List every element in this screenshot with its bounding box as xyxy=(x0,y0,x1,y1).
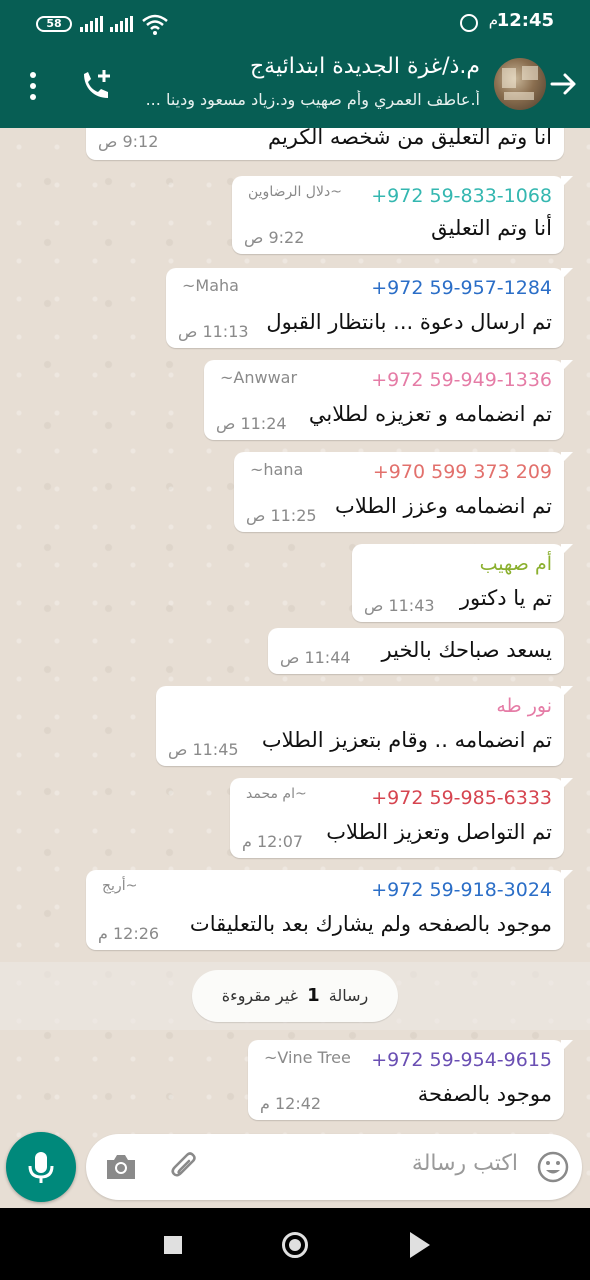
message-bubble[interactable]: نور طه تم انضمامه .. وقام بتعزيز الطلاب … xyxy=(156,686,573,766)
message-bubble[interactable]: +972 59-949-1336 ~Anwwar تم انضمامه و تع… xyxy=(204,360,573,440)
unread-prefix: رسالة xyxy=(328,986,369,1005)
message-pushname: ~Vine Tree xyxy=(264,1048,351,1067)
message-sender[interactable]: +970 599 373 209 xyxy=(373,461,552,483)
microphone-icon xyxy=(28,1152,54,1183)
message-time: 12:42 م xyxy=(260,1094,322,1113)
message-time: 11:13 ص xyxy=(178,322,249,341)
message-bubble[interactable]: أنا وتم التعليق من شخصه الكريم 9:12 ص xyxy=(86,128,564,160)
message-sender[interactable]: +972 59-949-1336 xyxy=(371,369,552,391)
arrow-right-icon[interactable] xyxy=(548,68,580,100)
alarm-icon xyxy=(460,14,478,32)
message-text: تم التواصل وتعزيز الطلاب xyxy=(326,820,552,844)
message-time: 11:24 ص xyxy=(216,414,287,433)
unread-suffix: غير مقروءة xyxy=(221,986,299,1005)
message-time: 11:44 ص xyxy=(280,648,351,667)
emoji-icon[interactable] xyxy=(536,1150,570,1184)
message-text: تم انضمامه .. وقام بتعزيز الطلاب xyxy=(261,728,552,752)
chat-title[interactable]: م.ذ/غزة الجديدة ابتدائيةج xyxy=(120,54,480,79)
message-bubble[interactable]: أم صهيب تم يا دكتور 11:43 ص xyxy=(352,544,573,622)
message-text: تم انضمامه و تعزيزه لطلابي xyxy=(308,402,552,426)
message-text: تم انضمامه وعزز الطلاب xyxy=(335,494,552,518)
message-text: تم ارسال دعوة ... بانتظار القبول xyxy=(266,310,552,334)
message-pushname: ~Anwwar xyxy=(220,368,298,387)
chat-participants[interactable]: أ.عاطف العمري وأم صهيب ود.زياد مسعود ودي… xyxy=(110,90,480,109)
message-sender[interactable]: +972 59-918-3024 xyxy=(371,879,552,901)
message-sender[interactable]: أم صهيب xyxy=(480,553,552,575)
message-sender[interactable]: +972 59-833-1068 xyxy=(371,185,552,207)
chat-header: م.ذ/غزة الجديدة ابتدائيةج أ.عاطف العمري … xyxy=(0,44,590,128)
message-sender[interactable]: +972 59-985-6333 xyxy=(371,787,552,809)
message-text: يسعد صباحك بالخير xyxy=(381,638,552,662)
message-bubble[interactable]: يسعد صباحك بالخير 11:44 ص xyxy=(268,628,564,674)
camera-icon[interactable] xyxy=(104,1151,138,1183)
message-time: 11:43 ص xyxy=(364,596,435,615)
message-pushname: ~ام محمد xyxy=(246,786,307,802)
paperclip-icon[interactable] xyxy=(168,1150,202,1184)
microphone-button[interactable] xyxy=(6,1132,76,1202)
message-text: أنا وتم التعليق من شخصه الكريم xyxy=(267,128,552,149)
battery-icon: 58 xyxy=(36,16,72,32)
message-time: 11:25 ص xyxy=(246,506,317,525)
message-bubble[interactable]: +972 59-833-1068 ~دلال الرضاوين أنا وتم … xyxy=(232,176,573,254)
message-pushname: ~دلال الرضاوين xyxy=(248,184,342,200)
unread-messages-badge: رسالة 1 غير مقروءة xyxy=(192,970,398,1022)
wifi-icon xyxy=(142,14,168,35)
message-text: تم يا دكتور xyxy=(459,586,552,610)
message-bubble[interactable]: +972 59-985-6333 ~ام محمد تم التواصل وتع… xyxy=(230,778,573,858)
message-pushname: ~أريج xyxy=(102,878,138,894)
message-time: 9:22 ص xyxy=(244,228,305,247)
message-time: 12:07 م xyxy=(242,832,304,851)
message-sender[interactable]: نور طه xyxy=(496,695,552,717)
message-bubble[interactable]: +970 599 373 209 ~hana تم انضمامه وعزز ا… xyxy=(234,452,573,532)
message-pushname: ~Maha xyxy=(182,276,239,295)
unread-count: 1 xyxy=(307,985,320,1006)
message-list[interactable]: أنا وتم التعليق من شخصه الكريم 9:12 ص +9… xyxy=(0,128,590,1208)
message-text: أنا وتم التعليق xyxy=(431,216,552,240)
signal-icon xyxy=(110,16,133,32)
message-composer[interactable]: اكتب رسالة xyxy=(86,1134,582,1200)
message-text: موجود بالصفحه ولم يشارك بعد بالتعليقات xyxy=(189,912,552,936)
group-avatar[interactable] xyxy=(494,58,546,110)
back-button[interactable] xyxy=(410,1232,430,1258)
message-time: 9:12 ص xyxy=(98,132,159,151)
status-time: 12:45 xyxy=(496,10,554,31)
recents-button[interactable] xyxy=(164,1236,182,1254)
message-bubble[interactable]: +972 59-957-1284 ~Maha تم ارسال دعوة ...… xyxy=(166,268,573,348)
status-bar: 58 م 12:45 xyxy=(0,0,590,44)
system-navigation-bar xyxy=(0,1208,590,1280)
more-vertical-icon[interactable] xyxy=(24,70,42,102)
message-pushname: ~hana xyxy=(250,460,304,479)
message-bubble[interactable]: +972 59-954-9615 ~Vine Tree موجود بالصفح… xyxy=(248,1040,573,1120)
add-call-icon[interactable] xyxy=(78,68,114,104)
signal-icon xyxy=(80,16,103,32)
message-text: موجود بالصفحة xyxy=(417,1082,552,1106)
message-input[interactable]: اكتب رسالة xyxy=(412,1151,518,1176)
message-bubble[interactable]: +972 59-918-3024 ~أريج موجود بالصفحه ولم… xyxy=(86,870,573,950)
message-time: 12:26 م xyxy=(98,924,160,943)
message-sender[interactable]: +972 59-957-1284 xyxy=(371,277,552,299)
message-time: 11:45 ص xyxy=(168,740,239,759)
message-sender[interactable]: +972 59-954-9615 xyxy=(371,1049,552,1071)
home-button[interactable] xyxy=(282,1232,308,1258)
